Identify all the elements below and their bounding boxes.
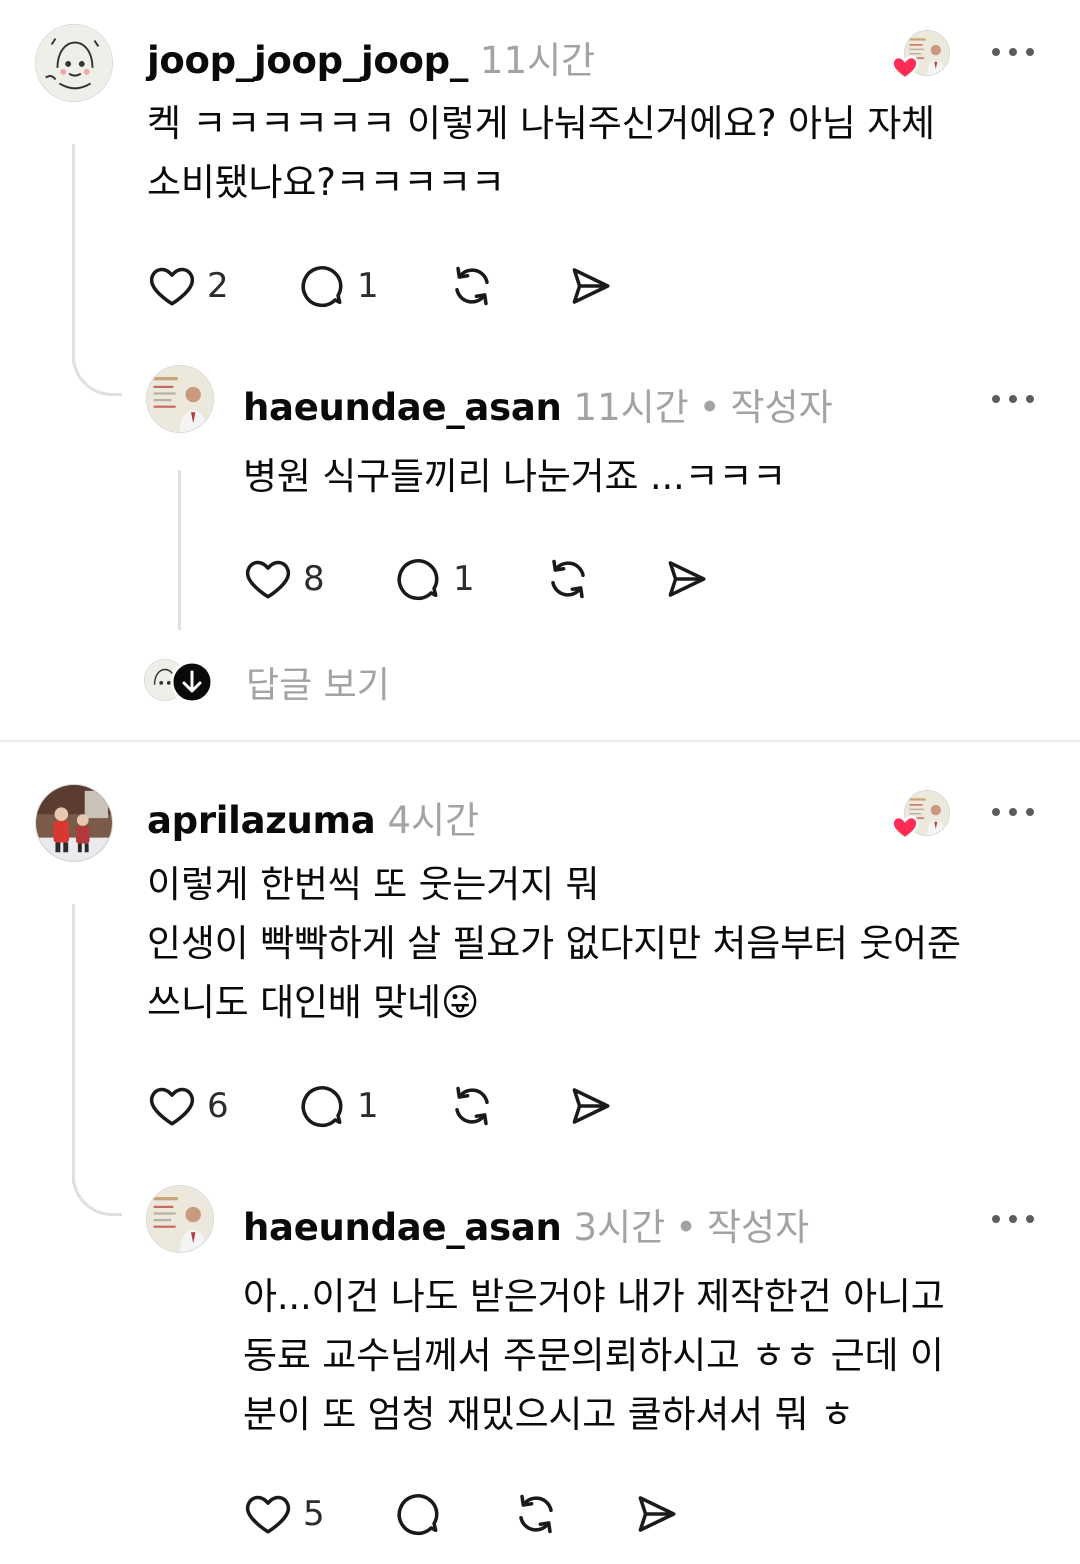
reply-line: 아...이건 나도 받은거야 내가 제작한건 아니고	[243, 1275, 945, 1318]
repost-icon	[447, 1081, 497, 1131]
thread-line	[178, 470, 181, 630]
share-send-icon	[565, 1081, 615, 1131]
comment-bubble-icon	[297, 261, 347, 311]
like-count: 8	[303, 559, 325, 599]
separator-dot: •	[698, 386, 721, 429]
more-dots-icon[interactable]	[992, 1212, 1036, 1226]
comment-line: 이렇게 한번씩 또 웃는거지 뭐	[147, 863, 600, 906]
avatar[interactable]	[35, 784, 113, 862]
repost-button[interactable]	[511, 1486, 561, 1542]
comment-bubble-icon	[297, 1081, 347, 1131]
comment-button[interactable]: 1	[297, 1078, 379, 1134]
more-dots-icon[interactable]	[992, 805, 1036, 819]
thread-divider	[0, 740, 1080, 742]
author-liked-indicator	[890, 786, 952, 842]
author-badge: 작성자	[707, 1206, 810, 1249]
timestamp: 4시간	[387, 799, 480, 842]
like-button[interactable]: 2	[147, 258, 229, 314]
comment-button[interactable]	[393, 1486, 443, 1542]
thread-line-curve	[72, 330, 122, 396]
like-count: 6	[207, 1086, 229, 1126]
comment-bubble-icon	[393, 554, 443, 604]
thread-line	[72, 904, 75, 1184]
heart-icon	[243, 1489, 293, 1539]
arrow-down-icon	[170, 660, 214, 704]
comment-line: 켁 ㅋㅋㅋㅋㅋㅋ 이렇게 나눠주신거에요? 아님 자체	[147, 102, 935, 145]
username[interactable]: joop_joop_joop_	[147, 39, 468, 82]
comment-text: 이렇게 한번씩 또 웃는거지 뭐 인생이 빡빡하게 살 필요가 없다지만 처음부…	[147, 855, 961, 1032]
comment-button[interactable]: 1	[393, 551, 475, 607]
comment-button[interactable]: 1	[297, 258, 379, 314]
comment-bubble-icon	[393, 1489, 443, 1539]
comment-line: 인생이 빡빡하게 살 필요가 없다지만 처음부터 웃어준	[147, 922, 961, 965]
timestamp: 11시간	[573, 386, 689, 429]
reply-text: 아...이건 나도 받은거야 내가 제작한건 아니고 동료 교수님께서 주문의뢰…	[243, 1267, 945, 1444]
repost-button[interactable]	[447, 258, 497, 314]
view-replies-label: 답글 보기	[246, 665, 390, 706]
comment-text: 켁 ㅋㅋㅋㅋㅋㅋ 이렇게 나눠주신거에요? 아님 자체 소비됐나요?ㅋㅋㅋㅋㅋ	[147, 94, 935, 212]
reply-header: haeundae_asan 11시간 • 작성자	[243, 377, 833, 431]
username[interactable]: haeundae_asan	[243, 386, 562, 429]
repost-icon	[543, 554, 593, 604]
avatar[interactable]	[146, 1185, 214, 1253]
reply-count: 1	[357, 1086, 379, 1126]
share-button[interactable]	[661, 551, 711, 607]
share-button[interactable]	[565, 1078, 615, 1134]
reply-line: 분이 또 엄청 재밌으시고 쿨하셔서 뭐 ㅎ	[243, 1393, 854, 1436]
share-button[interactable]	[565, 258, 615, 314]
heart-icon	[147, 261, 197, 311]
like-button[interactable]: 6	[147, 1078, 229, 1134]
comment-line: 소비됐나요?ㅋㅋㅋㅋㅋ	[147, 161, 505, 204]
share-send-icon	[661, 554, 711, 604]
like-button[interactable]: 8	[243, 551, 325, 607]
thread-line-curve	[72, 1150, 122, 1216]
like-count: 2	[207, 266, 229, 306]
view-replies-button[interactable]: 답글 보기	[144, 656, 444, 708]
share-send-icon	[631, 1489, 681, 1539]
reply-count: 1	[453, 559, 475, 599]
heart-icon	[147, 1081, 197, 1131]
author-liked-heart-icon	[891, 55, 919, 80]
timestamp: 3시간	[573, 1206, 666, 1249]
like-button[interactable]: 5	[243, 1486, 325, 1542]
more-dots-icon[interactable]	[992, 45, 1036, 59]
comment-header: joop_joop_joop_ 11시간	[147, 30, 595, 84]
share-button[interactable]	[631, 1486, 681, 1542]
reply-header: haeundae_asan 3시간 • 작성자	[243, 1197, 809, 1251]
repost-button[interactable]	[543, 551, 593, 607]
comment-line: 쓰니도 대인배 맞네😜	[147, 981, 480, 1024]
username[interactable]: haeundae_asan	[243, 1206, 562, 1249]
reply-text: 병원 식구들끼리 나눈거죠 ...ㅋㅋㅋ	[243, 447, 786, 506]
repost-button[interactable]	[447, 1078, 497, 1134]
separator-dot: •	[675, 1206, 697, 1249]
author-badge: 작성자	[730, 386, 833, 429]
author-liked-indicator	[890, 26, 952, 82]
timestamp: 11시간	[480, 39, 596, 82]
heart-icon	[243, 554, 293, 604]
avatar[interactable]	[146, 365, 214, 433]
repost-icon	[447, 261, 497, 311]
avatar[interactable]	[35, 24, 113, 102]
reply-line: 동료 교수님께서 주문의뢰하시고 ㅎㅎ 근데 이	[243, 1334, 944, 1377]
more-dots-icon[interactable]	[992, 392, 1036, 406]
username[interactable]: aprilazuma	[147, 799, 376, 842]
author-liked-heart-icon	[891, 815, 919, 840]
repost-icon	[511, 1489, 561, 1539]
reply-count: 1	[357, 266, 379, 306]
reply-line: 병원 식구들끼리 나눈거죠 ...ㅋㅋㅋ	[243, 455, 787, 498]
share-send-icon	[565, 261, 615, 311]
comment-header: aprilazuma 4시간	[147, 790, 479, 844]
like-count: 5	[303, 1494, 325, 1534]
